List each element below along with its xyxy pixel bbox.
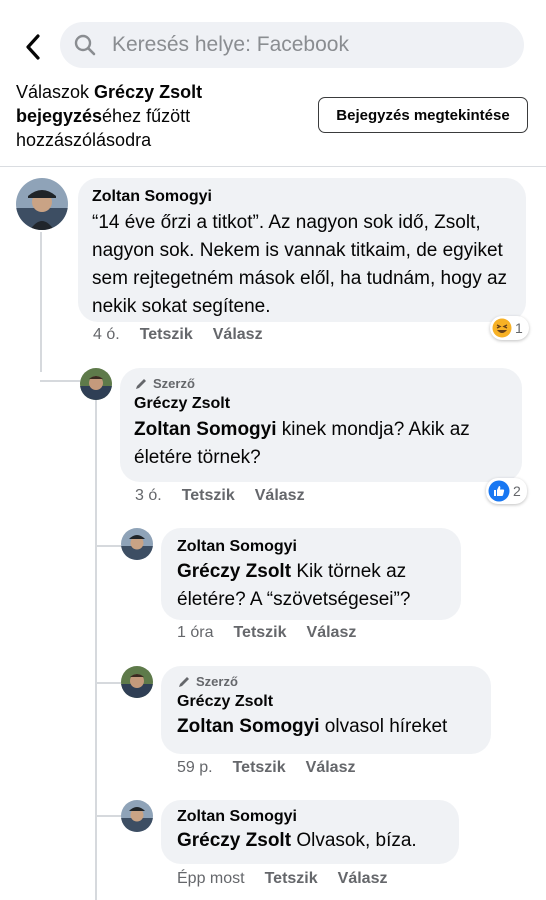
author-badge-label: Szerző <box>153 376 195 391</box>
comment-bubble[interactable]: Zoltan Somogyi Gréczy Zsolt Olvasok, bíz… <box>161 800 459 864</box>
comment-bubble[interactable]: Szerző Gréczy Zsolt Zoltan Somogyi kinek… <box>120 368 522 482</box>
reply-button[interactable]: Válasz <box>306 759 356 776</box>
like-button[interactable]: Tetszik <box>265 870 318 887</box>
avatar[interactable] <box>80 368 112 400</box>
context-author[interactable]: Gréczy Zsolt <box>94 82 202 102</box>
comment-text: Gréczy Zsolt Olvasok, bíza. <box>177 827 443 855</box>
thread-line <box>95 682 121 684</box>
comment-time[interactable]: 4 ó. <box>93 326 120 343</box>
mention-link[interactable]: Zoltan Somogyi <box>177 716 320 737</box>
reply-button[interactable]: Válasz <box>213 326 263 343</box>
comment-author[interactable]: Zoltan Somogyi <box>177 808 443 826</box>
thread-line <box>40 232 42 372</box>
like-button[interactable]: Tetszik <box>140 326 193 343</box>
comment-bubble[interactable]: Szerző Gréczy Zsolt Zoltan Somogyi olvas… <box>161 666 491 754</box>
thumbs-up-icon <box>488 480 510 502</box>
comment-actions: 1 óra Tetszik Válasz <box>177 624 376 642</box>
comment-text-body: olvasol híreket <box>319 716 448 737</box>
comment-author[interactable]: Gréczy Zsolt <box>134 395 508 413</box>
view-post-button[interactable]: Bejegyzés megtekintése <box>318 97 528 133</box>
reply-button[interactable]: Válasz <box>307 624 357 641</box>
thread-line <box>95 815 121 817</box>
comment-text: Zoltan Somogyi olvasol híreket <box>177 713 475 741</box>
context-line2: éhez fűzött <box>102 106 191 126</box>
search-icon <box>74 34 96 56</box>
mention-link[interactable]: Zoltan Somogyi <box>134 419 277 440</box>
comment-time[interactable]: Épp most <box>177 870 245 887</box>
pencil-icon <box>179 676 189 687</box>
reaction-badge[interactable]: 1 <box>490 316 529 340</box>
divider <box>0 166 546 167</box>
reaction-badge[interactable]: 2 <box>486 478 527 504</box>
thread-line <box>95 545 121 547</box>
author-badge: Szerző <box>134 376 508 391</box>
avatar[interactable] <box>16 178 68 230</box>
comment-text-body: Olvasok, bíza. <box>291 830 417 851</box>
comment-actions: Épp most Tetszik Válasz <box>177 870 407 888</box>
laugh-emoji-icon <box>492 318 512 338</box>
comment-text: “14 éve őrzi a titkot”. Az nagyon sok id… <box>92 212 508 317</box>
avatar[interactable] <box>121 528 153 560</box>
mention-link[interactable]: Gréczy Zsolt <box>177 830 291 851</box>
comment-author[interactable]: Gréczy Zsolt <box>177 693 475 711</box>
reply-button[interactable]: Válasz <box>338 870 388 887</box>
context-post-link[interactable]: bejegyzés <box>16 106 102 126</box>
comment-time[interactable]: 59 p. <box>177 759 213 776</box>
search-input[interactable]: Keresés helye: Facebook <box>60 22 524 68</box>
reply-context: Válaszok Gréczy Zsolt bejegyzéséhez fűzö… <box>16 80 306 152</box>
comment-time[interactable]: 3 ó. <box>135 487 162 504</box>
comment-actions: 4 ó. Tetszik Válasz <box>93 326 283 344</box>
comment-author[interactable]: Zoltan Somogyi <box>177 538 445 556</box>
reaction-count: 1 <box>515 320 523 336</box>
pencil-icon <box>136 378 146 389</box>
context-prefix: Válaszok <box>16 82 95 102</box>
search-placeholder: Keresés helye: Facebook <box>112 33 349 56</box>
back-arrow-icon <box>26 34 40 60</box>
comment-bubble[interactable]: Zoltan Somogyi “14 éve őrzi a titkot”. A… <box>78 178 526 322</box>
like-button[interactable]: Tetszik <box>182 487 235 504</box>
comment-bubble[interactable]: Zoltan Somogyi Gréczy Zsolt Kik törnek a… <box>161 528 461 620</box>
comment-actions: 59 p. Tetszik Válasz <box>177 759 375 777</box>
author-badge-label: Szerző <box>196 674 238 689</box>
context-line3: hozzászólásodra <box>16 130 152 150</box>
comment-text: Zoltan Somogyi kinek mondja? Akik az éle… <box>134 416 508 472</box>
comment-time[interactable]: 1 óra <box>177 624 213 641</box>
avatar[interactable] <box>121 666 153 698</box>
like-button[interactable]: Tetszik <box>233 624 286 641</box>
author-badge: Szerző <box>177 674 475 689</box>
top-bar: Keresés helye: Facebook <box>0 0 546 80</box>
thread-line <box>95 400 97 900</box>
comment-author[interactable]: Zoltan Somogyi <box>92 188 512 206</box>
avatar[interactable] <box>121 800 153 832</box>
reaction-count: 2 <box>513 483 521 499</box>
reply-button[interactable]: Válasz <box>255 487 305 504</box>
comment-actions: 3 ó. Tetszik Válasz <box>135 487 325 505</box>
back-button[interactable] <box>16 30 50 64</box>
mention-link[interactable]: Gréczy Zsolt <box>177 561 291 582</box>
comment-text: Gréczy Zsolt Kik törnek az életére? A “s… <box>177 558 445 614</box>
thread-line <box>40 380 80 382</box>
like-button[interactable]: Tetszik <box>233 759 286 776</box>
